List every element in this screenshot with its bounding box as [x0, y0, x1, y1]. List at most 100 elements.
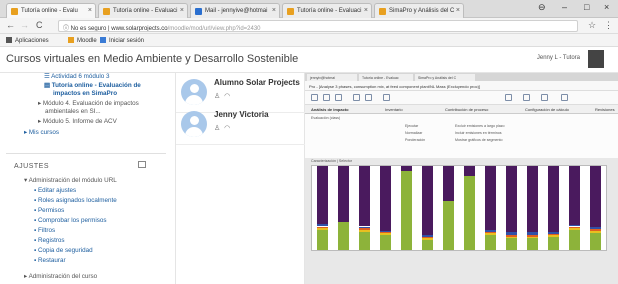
settings-label: Permisos: [37, 207, 65, 214]
browser-tab-label: SimaPro y Análisis del C: [389, 8, 455, 14]
close-icon[interactable]: ×: [88, 7, 92, 14]
nav-item-tutoria[interactable]: ▤ Tutoría online - Evaluación de: [44, 82, 141, 89]
star-icon[interactable]: ☆: [588, 20, 596, 31]
contact-card[interactable]: Jenny Victoria ♙ ◠: [176, 105, 306, 145]
settings-roles[interactable]: ▪ Roles asignados localmente: [34, 197, 117, 204]
site-title[interactable]: Cursos virtuales en Medio Ambiente y Des…: [6, 53, 298, 65]
nav-item-label: Módulo 4. Evaluación de impactos: [42, 100, 139, 107]
profile-icon[interactable]: ⊖: [538, 2, 546, 13]
settings-filtros[interactable]: ▪ Filtros: [34, 227, 55, 234]
chart-icon: [505, 94, 512, 101]
settings-label: Roles asignados localmente: [37, 197, 117, 204]
settings-restaurar[interactable]: ▪ Restaurar: [34, 257, 66, 264]
forward-icon[interactable]: →: [20, 20, 29, 30]
chart-bar-segment: [506, 232, 517, 235]
settings-label: Filtros: [37, 227, 56, 234]
user-menu[interactable]: Jenny L - Tutora: [537, 55, 580, 61]
close-window-button[interactable]: ×: [604, 2, 609, 12]
favicon-icon: [11, 8, 18, 15]
close-icon[interactable]: ×: [272, 7, 276, 14]
chart-bar-segment: [569, 229, 580, 250]
settings-editar[interactable]: ▪ Editar ajustes: [34, 187, 76, 194]
chart-bar: [443, 166, 454, 250]
nav-item-modulo4[interactable]: ▸ Módulo 4. Evaluación de impactos: [38, 100, 139, 107]
shared-inner-tab: Inventario: [385, 107, 403, 112]
browser-tab-label: Tutoría online - Evaluaci: [297, 8, 362, 14]
chart-bar-segment: [485, 231, 496, 234]
shared-inner-tabs: Análisis de impacto Inventario Contribuc…: [305, 105, 618, 114]
settings-permisos[interactable]: ▪ Permisos: [34, 207, 64, 214]
user-icon: ♙: [214, 93, 221, 100]
minimize-button[interactable]: –: [562, 2, 567, 12]
browser-tab[interactable]: Tutoría online - Evalu ×: [6, 3, 96, 18]
wifi-icon: ◠: [224, 93, 231, 100]
wifi-icon: ◠: [224, 125, 231, 132]
nav-item-actividad[interactable]: ☰ Actividad 6 módulo 3: [44, 73, 110, 80]
chart-bar-segment: [422, 166, 433, 235]
divider: [6, 153, 166, 154]
url-field[interactable]: ⓘ No es seguro | www.solarprojects.co/mo…: [58, 20, 578, 32]
close-icon[interactable]: ×: [364, 7, 368, 14]
chart-bar: [464, 166, 475, 250]
favicon-icon: [103, 8, 110, 15]
chart-bar-segment: [380, 166, 391, 231]
shared-option: Normalizar: [405, 131, 423, 135]
calc-icon: [541, 94, 548, 101]
reload-icon[interactable]: C: [36, 20, 43, 30]
nav-item-label: Tutoría online - Evaluación de: [51, 82, 141, 89]
user-avatar[interactable]: [588, 50, 604, 68]
settings-copia[interactable]: ▪ Copia de seguridad: [34, 247, 93, 254]
settings-registros[interactable]: ▪ Registros: [34, 237, 65, 244]
chart-bar-segment: [548, 234, 559, 235]
bookmark-login[interactable]: Iniciar sesión: [100, 37, 144, 44]
settings-label: Editar ajustes: [37, 187, 77, 194]
security-label: No es seguro: [70, 26, 107, 32]
settings-comprobar[interactable]: ▪ Comprobar los permisos: [34, 217, 107, 224]
undo-icon: [353, 94, 360, 101]
browser-tab[interactable]: SimaPro y Análisis del C ×: [374, 3, 464, 18]
settings-admin-url[interactable]: ▾ Administración del módulo URL: [24, 177, 117, 184]
chart-bar-segment: [590, 227, 601, 229]
chart-bar: [485, 166, 496, 250]
bookmark-label: Moodle: [77, 38, 97, 44]
chart-bar-segment: [548, 234, 559, 237]
chart-bar: [359, 166, 370, 250]
contact-name: Alumno Solar Projects: [214, 78, 300, 87]
back-icon[interactable]: ←: [6, 20, 15, 30]
chart-bar-segment: [527, 166, 538, 233]
chart-bar-segment: [359, 229, 370, 232]
close-icon[interactable]: ×: [456, 7, 460, 14]
nav-item-modulo5[interactable]: ▸ Módulo 5. Informe de ACV: [38, 118, 117, 125]
chart-bar: [569, 166, 580, 250]
maximize-button[interactable]: □: [584, 2, 589, 12]
chart-bar-segment: [506, 234, 517, 237]
chart-bar-segment: [590, 233, 601, 250]
browser-tab[interactable]: Tutoría online - Evaluaci ×: [282, 3, 372, 18]
nav-item-tutoria-cont[interactable]: impactos en SimaPro: [53, 90, 117, 97]
bookmark-moodle[interactable]: Moodle: [68, 37, 97, 44]
contact-status-icons: ♙ ◠: [214, 124, 230, 132]
chart-bar: [422, 166, 433, 250]
left-sidebar: ☰ Actividad 6 módulo 3 ▤ Tutoría online …: [0, 73, 175, 284]
chart-bar-segment: [359, 226, 370, 229]
stacked-bar-chart: [311, 165, 607, 251]
shared-option: Ejecutar: [405, 124, 419, 128]
settings-label: Administración del módulo URL: [28, 177, 117, 184]
table-icon: [523, 94, 530, 101]
nav-item-modulo4-cont[interactable]: ambientales en SI...: [45, 108, 101, 115]
bookmark-apps[interactable]: Aplicaciones: [6, 37, 49, 44]
collapse-block-icon[interactable]: [138, 161, 146, 168]
chart-bar: [527, 166, 538, 250]
apps-icon: [6, 37, 12, 43]
browser-tab[interactable]: Tutoría online - Evaluaci ×: [98, 3, 188, 18]
shared-tab: jennyiv@hotmai: [307, 74, 357, 81]
shared-screen: jennyiv@hotmai Tutoria online - Evaluac …: [305, 73, 618, 284]
info-icon[interactable]: ⓘ: [63, 26, 71, 31]
menu-icon[interactable]: ⋮: [604, 20, 613, 31]
chart-bar-segment: [359, 231, 370, 250]
close-icon[interactable]: ×: [180, 7, 184, 14]
settings-admin-curso[interactable]: ▸ Administración del curso: [24, 273, 97, 280]
chart-bar: [506, 166, 517, 250]
browser-tab[interactable]: Mail - jennyive@hotmai ×: [190, 3, 280, 18]
nav-item-mis-cursos[interactable]: ▸ Mis cursos: [24, 129, 59, 136]
